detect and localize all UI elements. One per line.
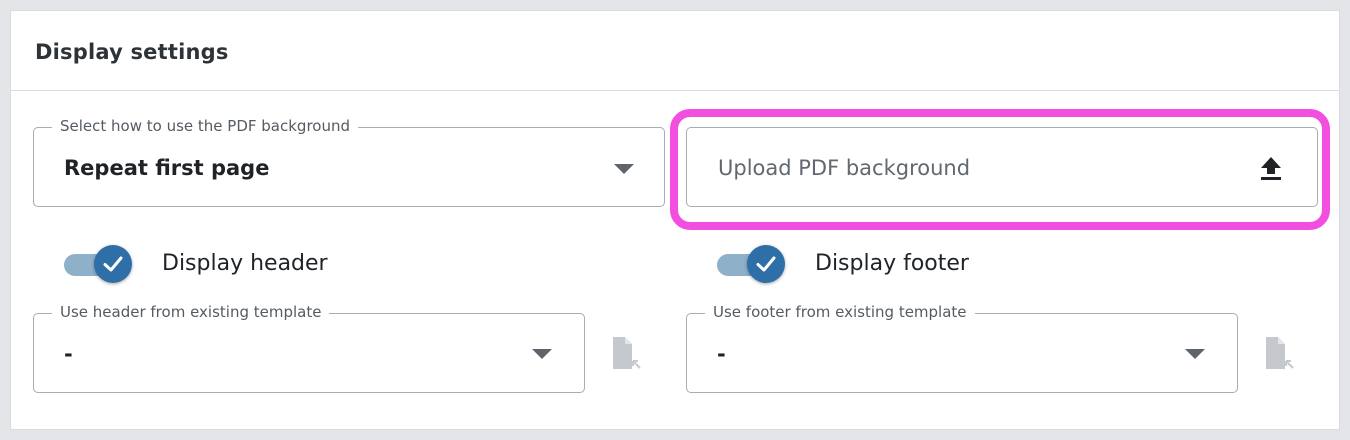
display-header-label: Display header [162,251,328,276]
display-footer-label: Display footer [815,251,969,276]
card-header: Display settings [11,11,1339,91]
display-header-toggle[interactable] [64,245,132,285]
header-template-select[interactable]: Use header from existing template - [33,303,585,393]
footer-template-select-value: - [717,342,726,366]
pdf-background-select[interactable]: Select how to use the PDF background Rep… [33,117,665,207]
chevron-down-icon [1185,349,1205,359]
insert-template-icon [612,336,642,370]
footer-template-select-label: Use footer from existing template [705,303,975,321]
upload-icon[interactable] [1259,156,1283,182]
footer-template-select[interactable]: Use footer from existing template - [686,303,1238,393]
upload-pdf-placeholder: Upload PDF background [718,156,971,180]
pdf-background-select-value: Repeat first page [64,156,270,180]
toggle-knob [747,245,785,283]
header-template-select-label: Use header from existing template [52,303,330,321]
insert-template-icon [1265,336,1295,370]
checkmark-icon [103,256,123,272]
toggle-knob [94,245,132,283]
checkmark-icon [756,256,776,272]
display-footer-toggle[interactable] [717,245,785,285]
pdf-background-select-label: Select how to use the PDF background [52,117,359,135]
upload-pdf-background-field[interactable]: Upload PDF background [686,127,1318,207]
chevron-down-icon [532,349,552,359]
chevron-down-icon [614,164,634,174]
header-template-select-value: - [64,342,73,366]
card-title: Display settings [35,40,229,64]
